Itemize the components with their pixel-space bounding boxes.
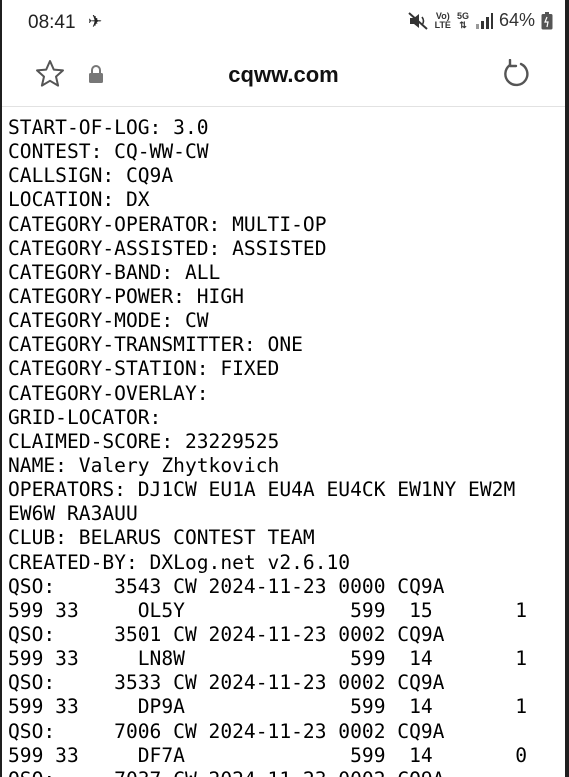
phone-screen: 08:41 ✈ Vo) LTE 5G ⇅ 64% cqww.com START-… bbox=[2, 0, 565, 777]
log-line: CATEGORY-MODE: CW bbox=[8, 309, 209, 333]
log-line: QSO: 3501 CW 2024-11-23 0002 CQ9A bbox=[8, 622, 445, 646]
log-line: CATEGORY-STATION: FIXED bbox=[8, 357, 280, 381]
log-line: CREATED-BY: DXLog.net v2.6.10 bbox=[8, 550, 351, 574]
reload-icon[interactable] bbox=[501, 59, 531, 89]
status-bar: 08:41 ✈ Vo) LTE 5G ⇅ 64% bbox=[2, 0, 565, 48]
log-line: QSO: 7037 CW 2024-11-23 0002 CQ9A bbox=[8, 768, 563, 777]
log-line: 599 33 DF7A 599 14 0 bbox=[8, 743, 528, 767]
notification-icon: ✈ bbox=[88, 12, 103, 31]
log-line: 599 33 DP9A 599 14 1 bbox=[8, 695, 528, 719]
log-line: CATEGORY-POWER: HIGH bbox=[8, 284, 244, 308]
status-icons: Vo) LTE 5G ⇅ 64% bbox=[407, 10, 553, 31]
log-line: CATEGORY-OVERLAY: bbox=[8, 381, 209, 405]
log-line: GRID-LOCATOR: bbox=[8, 405, 162, 429]
log-line: CATEGORY-TRANSMITTER: ONE bbox=[8, 333, 303, 357]
mute-icon bbox=[407, 11, 428, 30]
signal-icon bbox=[475, 12, 493, 29]
battery-percent: 64% bbox=[498, 10, 535, 30]
log-line: QSO: 7006 CW 2024-11-23 0002 CQ9A bbox=[8, 719, 445, 743]
network-indicator: 5G ⇅ bbox=[457, 11, 469, 30]
log-line: OPERATORS: DJ1CW EU1A EU4A EU4CK EW1NY E… bbox=[8, 478, 516, 502]
log-line: CLUB: BELARUS CONTEST TEAM bbox=[8, 526, 315, 550]
log-line: CLAIMED-SCORE: 23229525 bbox=[8, 429, 280, 453]
volte-bottom-label: LTE bbox=[434, 19, 451, 30]
log-line: NAME: Valery Zhytkovich bbox=[8, 453, 280, 477]
log-line: EW6W RA3AUU bbox=[8, 502, 138, 526]
log-line: CATEGORY-OPERATOR: MULTI-OP bbox=[8, 212, 327, 236]
log-line: 599 33 OL5Y 599 15 1 bbox=[8, 598, 528, 622]
log-line: CATEGORY-ASSISTED: ASSISTED bbox=[8, 236, 327, 260]
log-line: 599 33 LN8W 599 14 1 bbox=[8, 647, 528, 671]
cabrillo-log-text: START-OF-LOG: 3.0 CONTEST: CQ-WW-CW CALLSI… bbox=[8, 116, 563, 777]
log-line: LOCATION: DX bbox=[8, 188, 150, 212]
log-line: CATEGORY-BAND: ALL bbox=[8, 260, 221, 284]
battery-icon bbox=[541, 11, 553, 29]
log-line: QSO: 3543 CW 2024-11-23 0000 CQ9A bbox=[8, 574, 445, 598]
address-bar-url[interactable]: cqww.com bbox=[2, 62, 565, 88]
network-arrows-icon: ⇅ bbox=[459, 19, 467, 30]
log-line: QSO: 3533 CW 2024-11-23 0002 CQ9A bbox=[8, 671, 445, 695]
log-line: CONTEST: CQ-WW-CW bbox=[8, 140, 209, 164]
browser-toolbar: cqww.com bbox=[2, 48, 565, 107]
log-line: START-OF-LOG: 3.0 bbox=[8, 116, 209, 139]
status-time: 08:41 bbox=[28, 12, 76, 33]
log-line: CALLSIGN: CQ9A bbox=[8, 164, 174, 188]
volte-indicator: Vo) LTE bbox=[434, 11, 451, 30]
